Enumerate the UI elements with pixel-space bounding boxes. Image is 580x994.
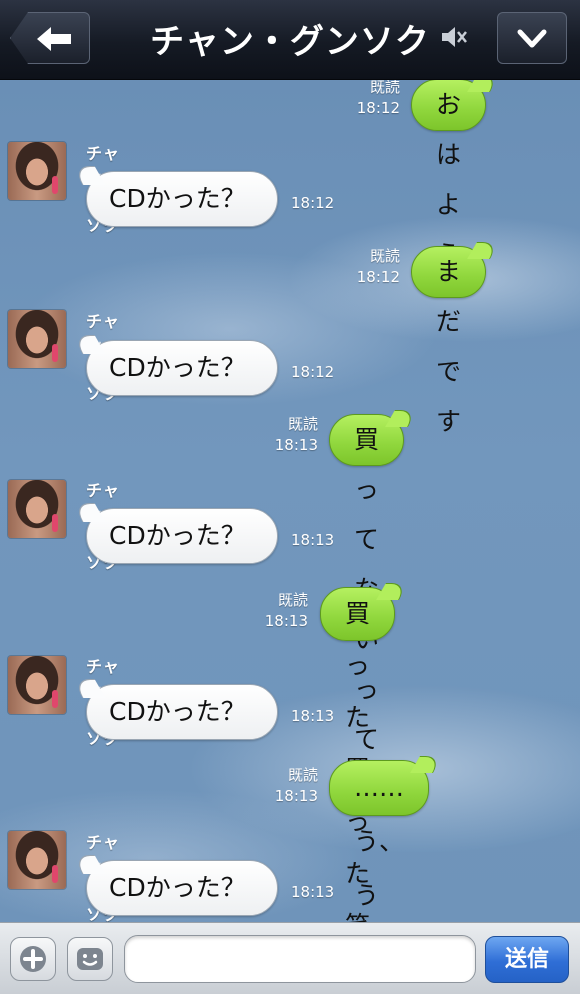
speaker-muted-icon <box>442 27 467 47</box>
message-time: 18:12 <box>291 194 335 212</box>
message-bubble[interactable]: CDかった？ <box>86 684 278 740</box>
message-bubble[interactable]: ……う、うん。 <box>329 760 430 910</box>
message-bubble[interactable]: まだです <box>411 246 487 436</box>
avatar[interactable] <box>8 310 66 368</box>
message-time: 18:12 <box>356 99 400 117</box>
message-bubble[interactable]: CDかった？ <box>86 508 278 564</box>
smiley-icon <box>77 948 103 970</box>
message-time: 18:12 <box>356 268 400 286</box>
message-input[interactable] <box>124 935 476 983</box>
sticker-button[interactable] <box>67 937 113 981</box>
read-receipt: 既読 <box>287 415 318 433</box>
message-meta: 既読 18:12 <box>350 79 400 119</box>
send-button[interactable]: 送信 <box>485 936 569 983</box>
message-bubble[interactable]: CDかった？ <box>86 171 278 227</box>
message-input-bar: 送信 <box>0 922 580 994</box>
plus-icon <box>20 946 46 972</box>
message-meta: 既読 18:13 <box>268 414 318 456</box>
avatar[interactable] <box>8 831 66 889</box>
menu-dropdown-button[interactable] <box>497 12 567 64</box>
message-time: 18:13 <box>264 612 308 630</box>
read-receipt: 既読 <box>277 591 308 609</box>
avatar[interactable] <box>8 656 66 714</box>
chevron-down-icon <box>517 29 547 48</box>
avatar[interactable] <box>8 142 66 200</box>
chat-title: チャン・グンソク <box>150 22 430 62</box>
message-bubble[interactable]: CDかった？ <box>86 860 278 916</box>
chat-area[interactable]: 既読 18:12 おはよう チャン・グンソク CDかった？ 18:12 既読 1… <box>0 79 580 922</box>
message-bubble[interactable]: おはよう <box>411 79 487 269</box>
read-receipt: 既読 <box>369 79 400 96</box>
message-bubble[interactable]: CDかった？ <box>86 340 278 396</box>
message-meta: 既読 18:12 <box>350 246 400 288</box>
message-time: 18:13 <box>291 883 335 901</box>
header-bar: チャン・グンソク <box>0 0 580 80</box>
read-receipt: 既読 <box>369 247 400 265</box>
message-meta: 既読 18:13 <box>268 765 318 807</box>
message-time: 18:12 <box>291 363 335 381</box>
add-attachment-button[interactable] <box>10 937 56 981</box>
read-receipt: 既読 <box>287 766 318 784</box>
message-time: 18:13 <box>291 707 335 725</box>
message-bubble[interactable]: 買ってないって <box>329 414 405 754</box>
message-bubble[interactable]: 買った買った 笑 <box>320 587 396 922</box>
message-time: 18:13 <box>291 531 335 549</box>
message-time: 18:13 <box>274 436 318 454</box>
message-meta: 既読 18:13 <box>258 590 308 632</box>
avatar[interactable] <box>8 480 66 538</box>
message-time: 18:13 <box>274 787 318 805</box>
